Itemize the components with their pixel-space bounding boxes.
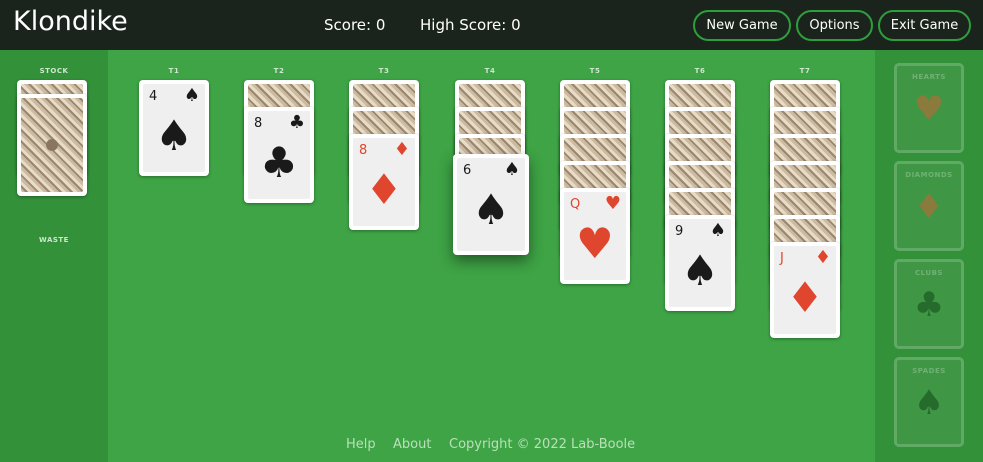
- card-rank: J: [780, 251, 784, 266]
- card-suit-small-icon: ♦: [393, 139, 410, 160]
- high-score-display: High Score: 0: [420, 16, 521, 34]
- about-link[interactable]: About: [393, 437, 431, 452]
- stock-label: STOCK: [39, 67, 69, 75]
- card-rank: 9: [675, 224, 684, 239]
- tableau-label-6: T6: [694, 67, 706, 75]
- help-link[interactable]: Help: [346, 437, 376, 452]
- card-suit-center-icon: ♦: [365, 165, 403, 214]
- face-up-card[interactable]: 9 ♠ ♠: [665, 215, 735, 311]
- face-up-card[interactable]: Q ♥ ♥: [560, 188, 630, 284]
- card-suit-center-icon: ♠: [681, 246, 719, 295]
- face-up-card[interactable]: J ♦ ♦: [770, 242, 840, 338]
- foundation-suit-icon: ♥: [913, 89, 945, 129]
- foundation-label: SPADES: [912, 367, 946, 375]
- tableau-label-3: T3: [378, 67, 390, 75]
- tableau-label-1: T1: [168, 67, 180, 75]
- foundation-suit-icon: ♣: [913, 285, 945, 325]
- tableau-label-5: T5: [589, 67, 601, 75]
- foundation-clubs[interactable]: CLUBS ♣: [894, 259, 964, 349]
- new-game-button[interactable]: New Game: [693, 10, 791, 41]
- waste-label: WASTE: [39, 236, 69, 244]
- card-rank: 6: [463, 163, 472, 178]
- face-up-card[interactable]: 4 ♠ ♠: [139, 80, 209, 176]
- card-suit-small-icon: ♣: [288, 112, 305, 133]
- foundation-hearts[interactable]: HEARTS ♥: [894, 63, 964, 153]
- options-button[interactable]: Options: [796, 10, 873, 41]
- foundation-label: CLUBS: [915, 269, 943, 277]
- face-up-card[interactable]: 8 ♣ ♣: [244, 107, 314, 203]
- card-suit-small-icon: ♦: [814, 247, 831, 268]
- tableau-label-7: T7: [799, 67, 811, 75]
- foundation-suit-icon: ♠: [913, 383, 945, 423]
- card-rank: 8: [359, 143, 368, 158]
- foundation-diamonds[interactable]: DIAMONDS ♦: [894, 161, 964, 251]
- card-suit-center-icon: ♥: [576, 219, 614, 268]
- copyright-text: Copyright © 2022 Lab-Boole: [449, 437, 636, 452]
- card-suit-small-icon: ♥: [604, 193, 621, 214]
- exit-game-button[interactable]: Exit Game: [878, 10, 971, 41]
- card-rank: 8: [254, 116, 263, 131]
- foundation-spades[interactable]: SPADES ♠: [894, 357, 964, 447]
- tableau-label-2: T2: [273, 67, 285, 75]
- card-suit-small-icon: ♠: [183, 85, 200, 106]
- card-suit-small-icon: ♠: [709, 220, 726, 241]
- tableau-label-4: T4: [484, 67, 496, 75]
- foundation-label: HEARTS: [912, 73, 946, 81]
- card-suit-center-icon: ♣: [260, 138, 298, 187]
- top-bar: Klondike Score: 0 High Score: 0 New Game…: [0, 0, 983, 50]
- foundation-label: DIAMONDS: [905, 171, 953, 179]
- card-suit-center-icon: ♠: [472, 185, 510, 234]
- card-suit-center-icon: ♦: [786, 273, 824, 322]
- face-up-card[interactable]: 8 ♦ ♦: [349, 134, 419, 230]
- foundation-suit-icon: ♦: [913, 187, 945, 227]
- card-suit-center-icon: ♠: [155, 111, 193, 160]
- score-display: Score: 0: [324, 16, 386, 34]
- card-rank: 4: [149, 89, 158, 104]
- card-suit-small-icon: ♠: [503, 159, 520, 180]
- card-rank: Q: [570, 197, 581, 212]
- face-up-card[interactable]: 6 ♠ ♠: [453, 154, 529, 255]
- stock-pile-top-card[interactable]: [17, 94, 87, 196]
- app-title: Klondike: [13, 6, 128, 37]
